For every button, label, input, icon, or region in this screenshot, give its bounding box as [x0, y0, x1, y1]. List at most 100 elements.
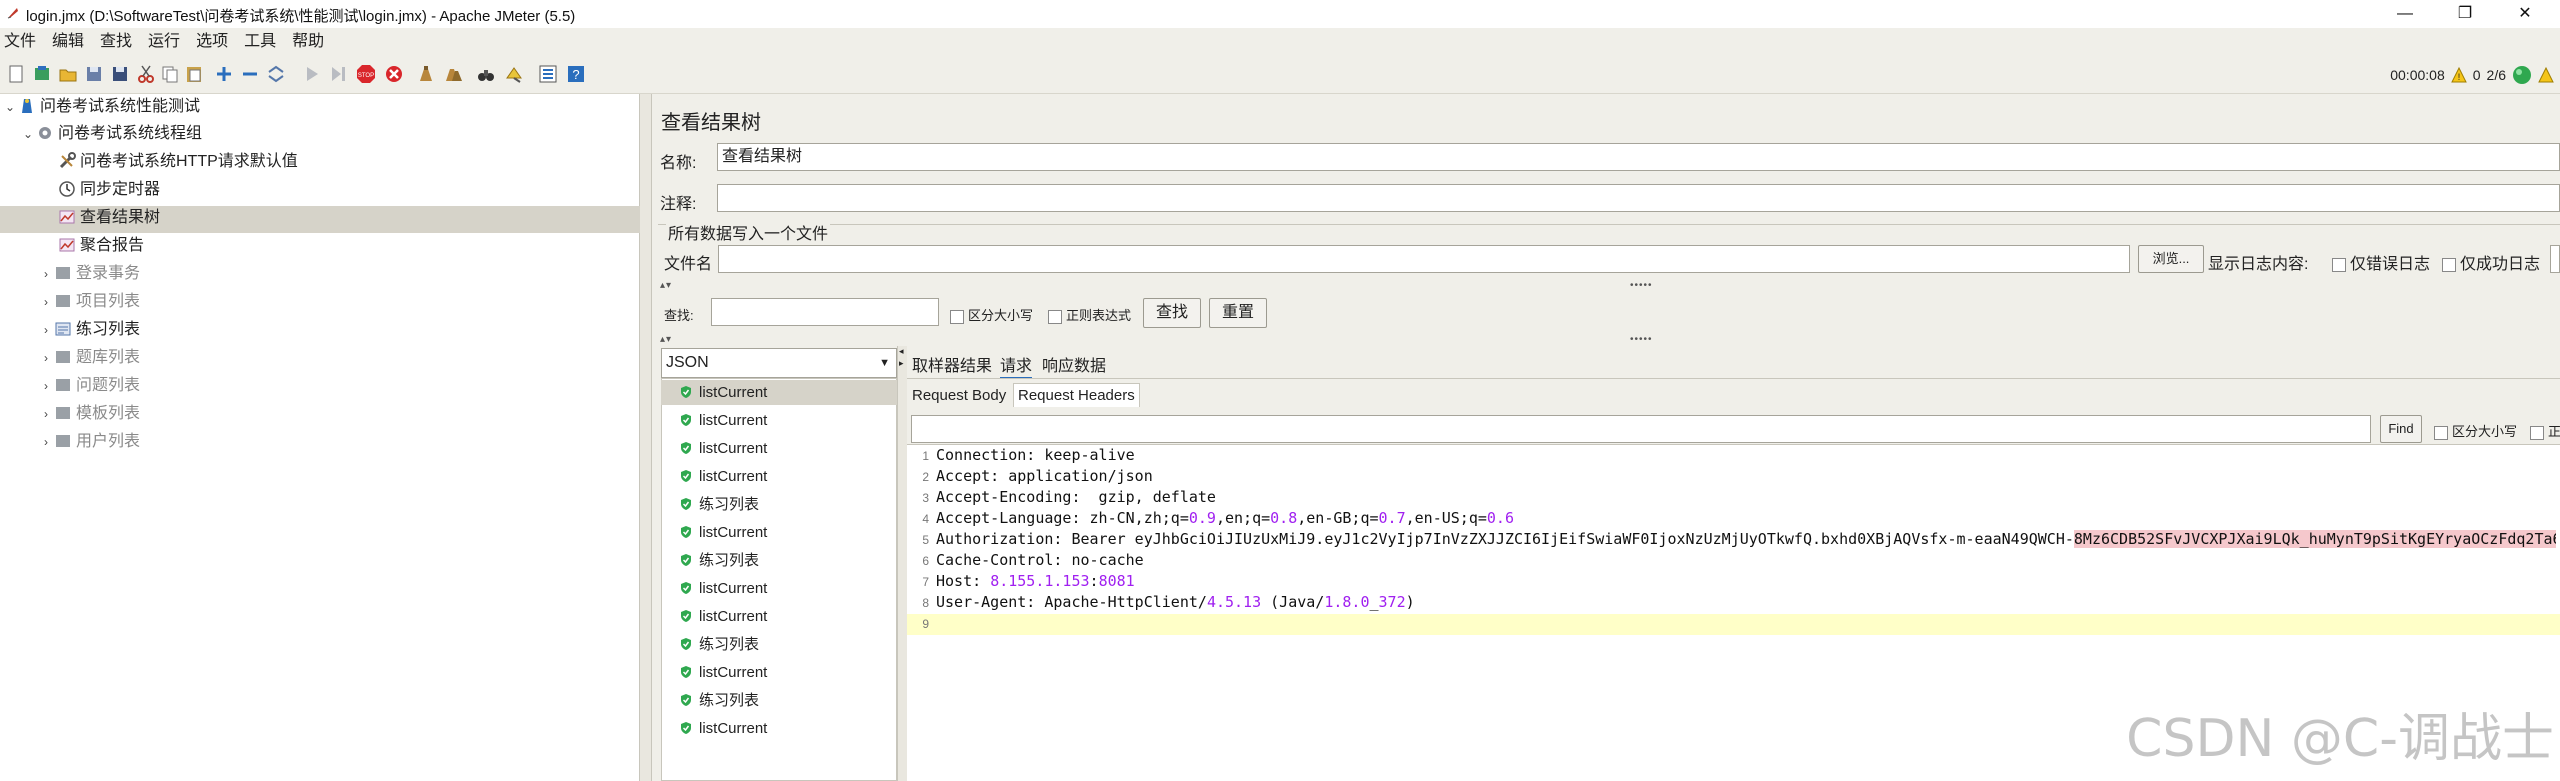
- find-input[interactable]: [911, 415, 2371, 443]
- result-item[interactable]: listCurrent: [679, 436, 767, 462]
- help-icon[interactable]: ?: [566, 64, 586, 84]
- collapse-left-icon[interactable]: ◂: [899, 346, 904, 357]
- close-file-icon[interactable]: [84, 64, 104, 84]
- tree-node-practice-list[interactable]: › 练习列表: [38, 317, 140, 343]
- expand-toggle-icon[interactable]: ›: [38, 317, 54, 343]
- result-item[interactable]: listCurrent: [679, 660, 767, 686]
- regex-checkbox[interactable]: 正则表达式: [1048, 305, 1131, 324]
- checkbox-box[interactable]: [2332, 257, 2346, 272]
- pane-splitter[interactable]: [640, 94, 652, 781]
- case-sensitive-checkbox[interactable]: 区分大小写: [950, 305, 1033, 324]
- result-item[interactable]: listCurrent: [679, 464, 767, 490]
- tree-node-question-list[interactable]: › 问题列表: [38, 373, 140, 399]
- result-item[interactable]: listCurrent: [679, 604, 767, 630]
- tree-node-sync-timer[interactable]: 同步定时器: [58, 177, 160, 203]
- subtab-request-body[interactable]: Request Body: [912, 387, 1006, 404]
- close-window-button[interactable]: ✕: [2500, 0, 2550, 28]
- result-item[interactable]: listCurrent: [679, 520, 767, 546]
- tab-response-data[interactable]: 响应数据: [1042, 352, 1106, 376]
- search-binoculars-icon[interactable]: [476, 64, 496, 84]
- open-icon[interactable]: [58, 64, 78, 84]
- save-icon[interactable]: [110, 64, 130, 84]
- warning-icon[interactable]: !: [2450, 67, 2467, 83]
- reset-search-icon[interactable]: [504, 64, 524, 84]
- tree-node-aggregate-report[interactable]: 聚合报告: [58, 233, 144, 259]
- errors-only-checkbox[interactable]: 仅错误日志: [2332, 250, 2430, 274]
- paste-icon[interactable]: [184, 64, 204, 84]
- search-button[interactable]: 查找: [1143, 298, 1201, 328]
- maximize-button[interactable]: ❐: [2440, 0, 2490, 28]
- tree-node-view-results-tree[interactable]: 查看结果树: [58, 205, 160, 231]
- find-button[interactable]: Find: [2380, 415, 2422, 443]
- tree-node-test-plan[interactable]: ⌄ 问卷考试系统性能测试: [2, 94, 200, 120]
- function-helper-icon[interactable]: [538, 64, 558, 84]
- copy-icon[interactable]: [160, 64, 180, 84]
- find-case-checkbox[interactable]: 区分大小写: [2434, 421, 2517, 440]
- result-item[interactable]: listCurrent: [679, 408, 767, 434]
- result-item[interactable]: 练习列表: [679, 548, 759, 574]
- tree-node-login-transaction[interactable]: › 登录事务: [38, 261, 140, 287]
- menu-tools[interactable]: 工具: [244, 28, 276, 56]
- tree-node-question-bank-list[interactable]: › 题库列表: [38, 345, 140, 371]
- checkbox-box[interactable]: [950, 309, 964, 324]
- subtab-request-headers[interactable]: Request Headers: [1013, 383, 1140, 407]
- checkbox-box[interactable]: [2530, 425, 2544, 440]
- minimize-button[interactable]: —: [2380, 0, 2430, 28]
- clear-icon[interactable]: [416, 64, 436, 84]
- splitter-grip-icon[interactable]: •••••: [1630, 335, 1653, 346]
- menu-run[interactable]: 运行: [148, 28, 180, 56]
- start-icon[interactable]: [302, 64, 322, 84]
- start-no-pause-icon[interactable]: [328, 64, 348, 84]
- menu-options[interactable]: 选项: [196, 28, 228, 56]
- result-item[interactable]: listCurrent: [679, 380, 767, 406]
- clear-all-icon[interactable]: [444, 64, 464, 84]
- menu-help[interactable]: 帮助: [292, 28, 324, 56]
- result-item[interactable]: 练习列表: [679, 688, 759, 714]
- cut-icon[interactable]: [136, 64, 156, 84]
- name-input[interactable]: 查看结果树: [717, 143, 2560, 171]
- menu-file[interactable]: 文件: [4, 28, 36, 56]
- chevron-down-icon[interactable]: ▼: [879, 349, 890, 377]
- configure-button-edge[interactable]: [2550, 245, 2560, 273]
- file-name-input[interactable]: [718, 245, 2130, 273]
- checkbox-box[interactable]: [1048, 309, 1062, 324]
- tree-node-http-defaults[interactable]: 问卷考试系统HTTP请求默认值: [58, 149, 298, 175]
- tab-sampler-result[interactable]: 取样器结果: [912, 352, 992, 376]
- tree-node-project-list[interactable]: › 项目列表: [38, 289, 140, 315]
- expand-icon[interactable]: [214, 64, 234, 84]
- splitter-grip-icon[interactable]: •••••: [1630, 281, 1653, 292]
- collapse-toggle-icon[interactable]: ⌄: [2, 94, 18, 120]
- comment-input[interactable]: [717, 184, 2560, 212]
- expand-toggle-icon[interactable]: ›: [38, 261, 54, 287]
- tab-request[interactable]: 请求: [1000, 352, 1033, 379]
- reset-button[interactable]: 重置: [1209, 298, 1267, 328]
- results-splitter[interactable]: ◂ ▸: [897, 346, 907, 781]
- find-regex-checkbox[interactable]: 正: [2530, 421, 2560, 440]
- renderer-select[interactable]: JSON ▼: [661, 348, 897, 378]
- expand-toggle-icon[interactable]: ›: [38, 429, 54, 455]
- toggle-icon[interactable]: [266, 64, 286, 84]
- tree-node-template-list[interactable]: › 模板列表: [38, 401, 140, 427]
- collapse-arrows-icon[interactable]: ▴▾: [660, 281, 672, 292]
- result-item[interactable]: 练习列表: [679, 632, 759, 658]
- expand-toggle-icon[interactable]: ›: [38, 401, 54, 427]
- menu-edit[interactable]: 编辑: [52, 28, 84, 56]
- collapse-icon[interactable]: [240, 64, 260, 84]
- menu-search[interactable]: 查找: [100, 28, 132, 56]
- tree-node-thread-group[interactable]: ⌄ 问卷考试系统线程组: [20, 121, 202, 147]
- expand-toggle-icon[interactable]: ›: [38, 345, 54, 371]
- new-icon[interactable]: [6, 64, 26, 84]
- collapse-toggle-icon[interactable]: ⌄: [20, 121, 36, 147]
- checkbox-box[interactable]: [2442, 257, 2456, 272]
- success-only-checkbox[interactable]: 仅成功日志: [2442, 250, 2540, 274]
- collapse-right-icon[interactable]: ▸: [899, 358, 904, 369]
- browse-button[interactable]: 浏览...: [2138, 245, 2204, 273]
- result-item[interactable]: listCurrent: [679, 576, 767, 602]
- expand-toggle-icon[interactable]: ›: [38, 373, 54, 399]
- stop-icon[interactable]: STOP: [356, 64, 376, 84]
- collapse-arrows-icon[interactable]: ▴▾: [660, 335, 672, 346]
- search-input[interactable]: [711, 298, 939, 326]
- tree-node-user-list[interactable]: › 用户列表: [38, 429, 140, 455]
- result-item[interactable]: 练习列表: [679, 492, 759, 518]
- templates-icon[interactable]: [32, 64, 52, 84]
